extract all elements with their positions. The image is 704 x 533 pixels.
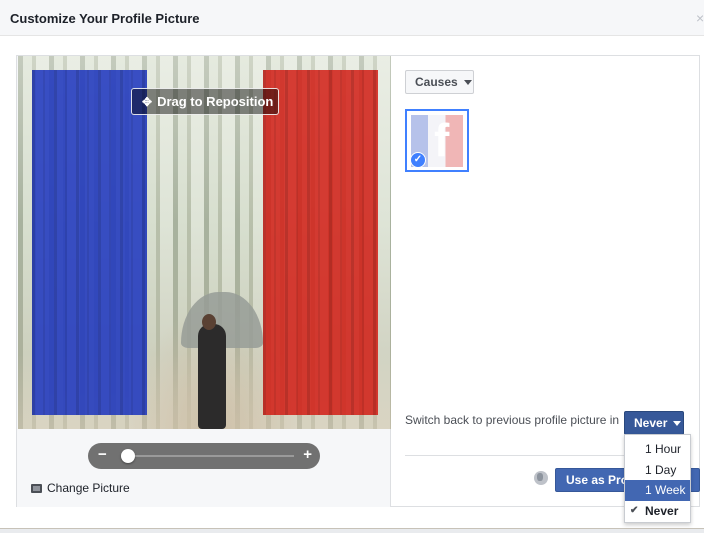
menu-item-1-week[interactable]: 1 Week [625,480,690,501]
dialog-title: Customize Your Profile Picture [10,11,200,26]
menu-item-label: 1 Week [645,483,686,497]
menu-item-1-day[interactable]: 1 Day [625,460,690,481]
flag-overlay-red [263,70,378,415]
checkmark-icon: ✓ [410,152,426,168]
causes-dropdown-button[interactable]: Causes [405,70,474,94]
facebook-f-icon: f [434,114,450,166]
zoom-slider[interactable]: − + [88,443,320,469]
person-head [202,314,216,330]
zoom-handle[interactable] [121,449,135,463]
duration-menu: 1 Hour 1 Day 1 Week ✔ Never [624,434,691,523]
photo-editor: ✥ Drag to Reposition − + Change Picture [17,56,391,507]
zoom-in-icon[interactable]: + [303,446,312,463]
change-picture-label: Change Picture [47,481,130,495]
menu-item-label: Never [645,503,679,518]
close-icon[interactable]: × [696,10,704,26]
picture-icon [31,483,42,493]
dialog-footer-edge [0,528,704,533]
switch-back-label: Switch back to previous profile picture … [405,413,620,427]
person [198,324,226,429]
editor-panel: ✥ Drag to Reposition − + Change Picture … [16,55,700,507]
move-icon: ✥ [142,94,153,109]
drag-to-reposition-label[interactable]: ✥ Drag to Reposition [131,88,279,115]
duration-dropdown-button[interactable]: Never [624,411,684,435]
frame-thumbnail-selected[interactable]: f ✓ [405,109,469,172]
zoom-out-icon[interactable]: − [98,446,107,463]
profile-photo-preview[interactable]: ✥ Drag to Reposition [18,56,391,429]
dialog-header: Customize Your Profile Picture × [0,0,704,36]
change-picture-link[interactable]: Change Picture [31,481,130,495]
causes-label: Causes [415,75,458,89]
duration-selected-label: Never [634,416,668,430]
checkmark-icon: ✔ [630,504,639,516]
flag-overlay-blue [32,70,147,415]
drag-label-text: Drag to Reposition [157,94,274,109]
menu-item-never[interactable]: ✔ Never [625,501,690,522]
chevron-down-icon [673,420,682,426]
menu-item-label: 1 Hour [645,442,682,456]
menu-item-1-hour[interactable]: 1 Hour [625,439,690,460]
zoom-track[interactable] [124,455,294,457]
globe-icon[interactable] [534,471,548,485]
menu-item-label: 1 Day [645,462,677,477]
chevron-down-icon [463,79,472,85]
customize-profile-picture-dialog: Customize Your Profile Picture × ✥ Drag … [0,0,704,533]
